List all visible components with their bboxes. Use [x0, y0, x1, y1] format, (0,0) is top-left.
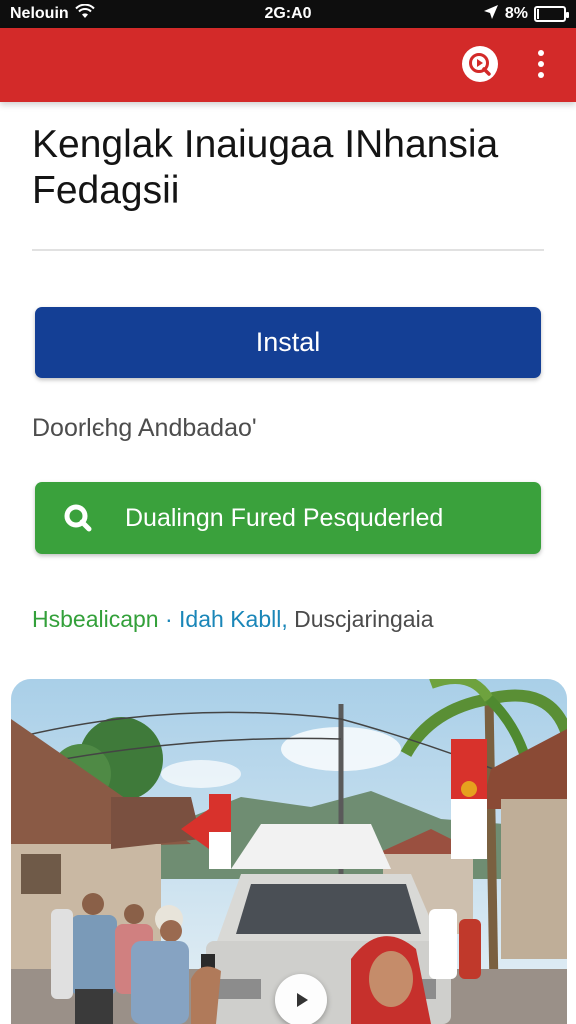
- tag-developer[interactable]: Idah Kabll,: [179, 606, 288, 632]
- install-button[interactable]: Instal: [35, 307, 541, 378]
- status-left: Nelouin: [10, 3, 95, 25]
- status-bar: Nelouin 2G:A0 8%: [0, 0, 576, 28]
- tag-extra: Duscjaringaia: [287, 606, 434, 632]
- secondary-action-label: Dualingn Fured Pesquderled: [125, 503, 444, 532]
- download-text: Doorlєhg Andbadao': [32, 414, 257, 442]
- location-arrow-icon: [483, 4, 499, 25]
- status-time: 2G:A0: [264, 5, 312, 22]
- page-title: Kenglak Inaiugaa INhansia Fedagsii: [32, 123, 499, 212]
- search-icon: [61, 501, 95, 535]
- play-icon[interactable]: [275, 974, 327, 1024]
- tags-line: Hsbealicapn · Idah Kabll, Duscjaringaia: [32, 606, 434, 633]
- divider: [32, 249, 544, 251]
- media-card[interactable]: [11, 679, 567, 1024]
- status-right: 8%: [483, 4, 569, 25]
- wifi-icon: [74, 3, 95, 25]
- more-vertical-icon[interactable]: [526, 46, 556, 82]
- village-street-photo: [11, 679, 567, 1024]
- secondary-action-button[interactable]: Dualingn Fured Pesquderled: [35, 482, 541, 554]
- app-bar: [0, 28, 576, 102]
- play-store-icon[interactable]: [462, 46, 498, 82]
- carrier-label: Nelouin: [10, 5, 69, 22]
- battery-percent: 8%: [504, 5, 528, 22]
- tag-category[interactable]: Hsbealicapn: [32, 606, 159, 632]
- battery-fill: [537, 9, 539, 19]
- battery-icon: [534, 6, 569, 22]
- tag-separator: ·: [158, 606, 180, 632]
